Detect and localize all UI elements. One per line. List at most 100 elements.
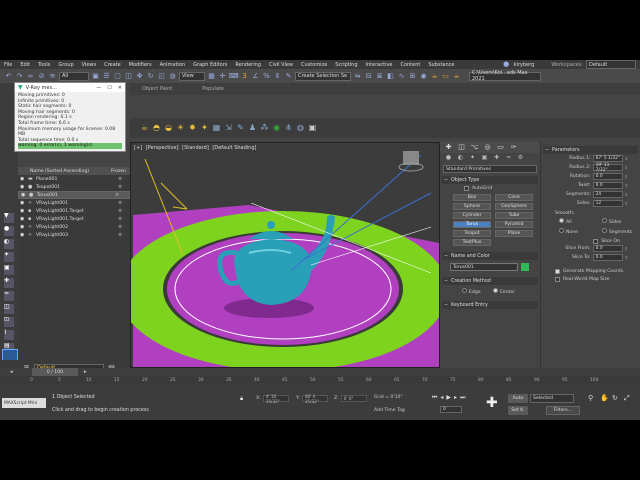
snap-icon[interactable]: 3 bbox=[240, 72, 249, 81]
gen-mapping-checkbox[interactable] bbox=[555, 269, 560, 274]
edge-option[interactable]: Edge bbox=[462, 288, 481, 295]
camera-filter-icon[interactable]: ▣ bbox=[4, 265, 14, 275]
smooth-segments-option[interactable]: Segments bbox=[602, 228, 640, 235]
menu-group[interactable]: Group bbox=[54, 62, 77, 68]
smooth-sides-radio[interactable] bbox=[602, 218, 607, 223]
rotation-field[interactable]: 0.0 bbox=[592, 173, 623, 180]
viewport-standard-label[interactable]: [Standard] bbox=[182, 145, 209, 151]
name-color-rollout[interactable]: Name and Color bbox=[442, 252, 538, 260]
menu-tools[interactable]: Tools bbox=[34, 62, 54, 68]
cone-button[interactable]: Cone bbox=[495, 194, 533, 201]
spinner-icon[interactable]: ⇕ bbox=[625, 255, 628, 260]
table-row[interactable]: ◉ ✧ VRayLight002 ✻ bbox=[18, 223, 130, 231]
eye-icon[interactable]: ◉ bbox=[20, 200, 26, 206]
angle-snap-icon[interactable]: ∠ bbox=[251, 72, 260, 81]
eye-icon[interactable]: ◉ bbox=[21, 192, 27, 198]
helpers-icon[interactable]: ✚ bbox=[492, 154, 501, 163]
person-icon[interactable]: ♟ bbox=[248, 124, 257, 133]
render-icon[interactable]: ☕ bbox=[452, 72, 461, 81]
menu-customize[interactable]: Customize bbox=[297, 62, 331, 68]
geometry-icon[interactable]: ● bbox=[444, 154, 453, 163]
spinner-icon[interactable]: ⇕ bbox=[625, 165, 628, 170]
current-frame-field[interactable]: 0 bbox=[440, 406, 462, 413]
geosphere-button[interactable]: GeoSphere bbox=[495, 203, 533, 210]
slice-on-checkbox[interactable] bbox=[593, 239, 599, 244]
object-color-swatch[interactable] bbox=[521, 263, 529, 271]
sides-field[interactable]: 12 bbox=[592, 200, 623, 207]
cameras-icon[interactable]: ▣ bbox=[480, 154, 489, 163]
sun-icon[interactable]: ☀ bbox=[176, 124, 185, 133]
window-crossing-icon[interactable]: ◫ bbox=[124, 72, 133, 81]
menu-scripting[interactable]: Scripting bbox=[331, 62, 361, 68]
eye-icon[interactable]: ◉ bbox=[20, 208, 26, 214]
frozen-icon[interactable]: ✻ bbox=[118, 225, 130, 230]
select-icon[interactable]: ▣ bbox=[91, 72, 100, 81]
name-column-header[interactable]: Name (Sorted Ascending) bbox=[30, 169, 89, 174]
filter-icon[interactable]: ▼ bbox=[4, 213, 14, 223]
mirror-icon[interactable]: ⇋ bbox=[353, 72, 362, 81]
textplus-button[interactable]: TextPlus bbox=[453, 239, 491, 246]
hierarchy-tab-icon[interactable]: ⌥ bbox=[470, 143, 479, 152]
set-key-button[interactable]: Set K. bbox=[508, 406, 528, 415]
pivot-icon[interactable]: ▦ bbox=[207, 72, 216, 81]
group-filter-icon[interactable]: ◫ bbox=[4, 304, 14, 314]
modify-tab-icon[interactable]: ◫ bbox=[457, 143, 466, 152]
time-slider-handle[interactable]: 0 / 100 bbox=[32, 368, 78, 376]
menu-graph-editors[interactable]: Graph Editors bbox=[189, 62, 231, 68]
display-tab-icon[interactable]: ▭ bbox=[496, 143, 505, 152]
radius2-field[interactable]: 19' 11 7/32" bbox=[592, 163, 623, 173]
time-slider-left-arrow[interactable]: ◂ bbox=[10, 369, 13, 375]
frozen-icon[interactable]: ✻ bbox=[118, 209, 130, 214]
smooth-sides-option[interactable]: Sides bbox=[602, 218, 640, 225]
twist-field[interactable]: 0.0 bbox=[592, 182, 623, 189]
primitive-category-dropdown[interactable]: Standard Primitives bbox=[443, 165, 537, 173]
menu-create[interactable]: Create bbox=[100, 62, 125, 68]
utilities-tab-icon[interactable]: ✑ bbox=[509, 143, 518, 152]
eye-icon[interactable]: ◉ bbox=[20, 232, 26, 238]
move-icon[interactable]: ✥ bbox=[135, 72, 144, 81]
orbit-icon[interactable]: ↻ bbox=[612, 394, 618, 402]
fur-icon[interactable]: ⋔ bbox=[284, 124, 293, 133]
menu-views[interactable]: Views bbox=[78, 62, 100, 68]
zoom-icon[interactable]: ⚲ bbox=[588, 394, 593, 402]
segments-field[interactable]: 24 bbox=[592, 191, 623, 198]
spacewarps-icon[interactable]: ≈ bbox=[504, 154, 513, 163]
rotate-icon[interactable]: ↻ bbox=[146, 72, 155, 81]
shape-filter-icon[interactable]: ◐ bbox=[4, 239, 14, 249]
menu-edit[interactable]: Edit bbox=[16, 62, 34, 68]
table-row[interactable]: ◉ ● Teapot001 ✻ bbox=[18, 183, 130, 191]
render-setup-icon[interactable]: ☕ bbox=[430, 72, 439, 81]
unlink-icon[interactable]: ⊘ bbox=[37, 72, 46, 81]
vray-messages-window[interactable]: ▼ V-Ray mes... — ☐ ✕ Moving primitives: … bbox=[14, 82, 126, 152]
vray-window-titlebar[interactable]: ▼ V-Ray mes... — ☐ ✕ bbox=[15, 83, 125, 92]
ribbon-tab-populate[interactable]: Populate bbox=[202, 86, 224, 92]
bind-icon[interactable]: ≋ bbox=[48, 72, 57, 81]
perspective-viewport[interactable]: [+] [Perspective] [Standard] [Default Sh… bbox=[130, 142, 440, 368]
curve-editor-icon[interactable]: ∿ bbox=[397, 72, 406, 81]
minimize-icon[interactable]: — bbox=[96, 85, 101, 91]
menu-modifiers[interactable]: Modifiers bbox=[125, 62, 156, 68]
helper-filter-icon[interactable]: ✚ bbox=[4, 278, 14, 288]
teapot-button[interactable]: Teapot bbox=[453, 230, 491, 237]
lights-icon[interactable]: ✦ bbox=[468, 154, 477, 163]
percent-snap-icon[interactable]: % bbox=[262, 72, 271, 81]
frozen-icon[interactable]: ✻ bbox=[118, 233, 130, 238]
teapot-hat-icon[interactable]: ◓ bbox=[152, 124, 161, 133]
eye-icon[interactable]: ◉ bbox=[20, 224, 26, 230]
light-icon[interactable]: ✦ bbox=[200, 124, 209, 133]
named-selection-dropdown[interactable]: Create Selection Se bbox=[295, 71, 351, 81]
menu-interactive[interactable]: Interactive bbox=[362, 62, 397, 68]
place-icon[interactable]: ◍ bbox=[168, 72, 177, 81]
viewport-shading-label[interactable]: [Default Shading] bbox=[212, 145, 256, 151]
spinner-snap-icon[interactable]: ⇕ bbox=[273, 72, 282, 81]
rect-region-icon[interactable]: ▢ bbox=[113, 72, 122, 81]
play-icon[interactable]: ▶ bbox=[446, 394, 451, 402]
real-world-checkbox[interactable] bbox=[555, 277, 560, 282]
user-name[interactable]: kiryberg bbox=[514, 62, 535, 68]
eye-icon[interactable]: ◉ bbox=[20, 216, 26, 222]
parameters-rollout[interactable]: Parameters bbox=[543, 146, 638, 154]
smooth-all-option[interactable]: All bbox=[559, 218, 599, 225]
project-path[interactable]: C:\Users\Kol...ads Max 2021 bbox=[469, 70, 541, 82]
go-to-start-icon[interactable]: ⏮ bbox=[432, 394, 437, 402]
table-row[interactable]: ◉ ▪ VRayLight001.Target ✻ bbox=[18, 207, 130, 215]
